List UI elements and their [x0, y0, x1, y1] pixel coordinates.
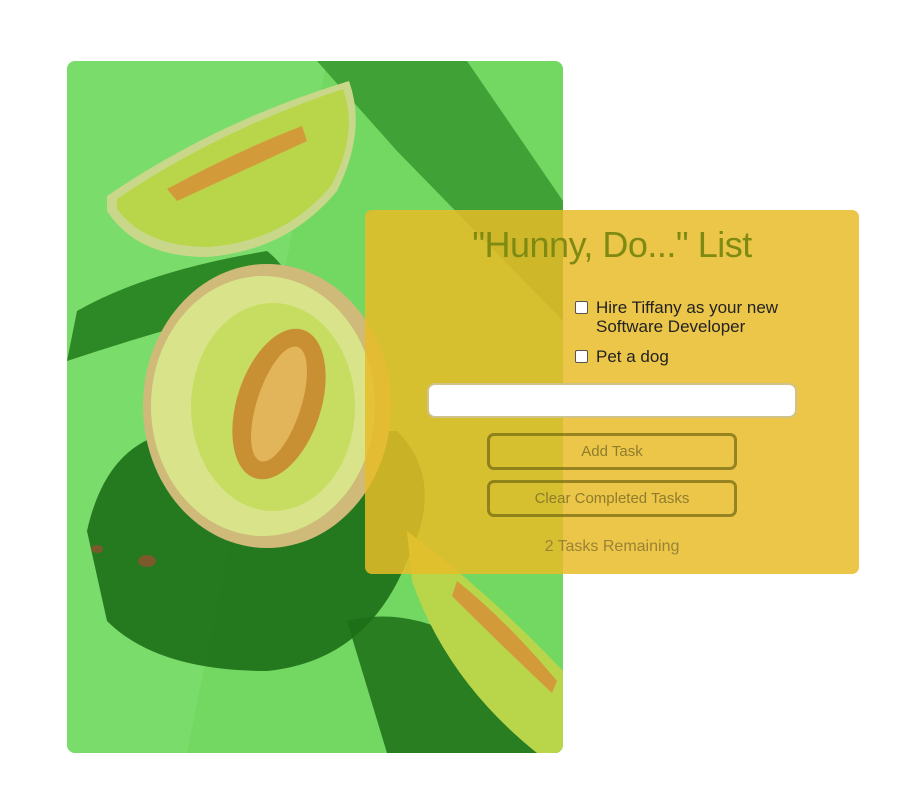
task-label: Hire Tiffany as your new Software Develo… [596, 298, 779, 336]
task-list: Hire Tiffany as your new Software Develo… [575, 298, 845, 377]
task-checkbox[interactable] [575, 350, 588, 363]
new-task-input[interactable] [427, 383, 797, 418]
tasks-remaining-count: 2 [544, 538, 554, 555]
tasks-remaining-label: Tasks Remaining [557, 538, 680, 555]
clear-completed-button[interactable]: Clear Completed Tasks [487, 480, 737, 517]
task-checkbox[interactable] [575, 301, 588, 314]
list-item: Hire Tiffany as your new Software Develo… [575, 298, 845, 336]
add-task-button[interactable]: Add Task [487, 433, 737, 470]
page-title: "Hunny, Do..." List [472, 224, 752, 265]
task-label: Pet a dog [596, 347, 669, 366]
tasks-remaining-text: 2 Tasks Remaining [365, 538, 859, 556]
list-item: Pet a dog [575, 347, 845, 366]
todo-card: "Hunny, Do..." List Hire Tiffany as your… [365, 210, 859, 574]
